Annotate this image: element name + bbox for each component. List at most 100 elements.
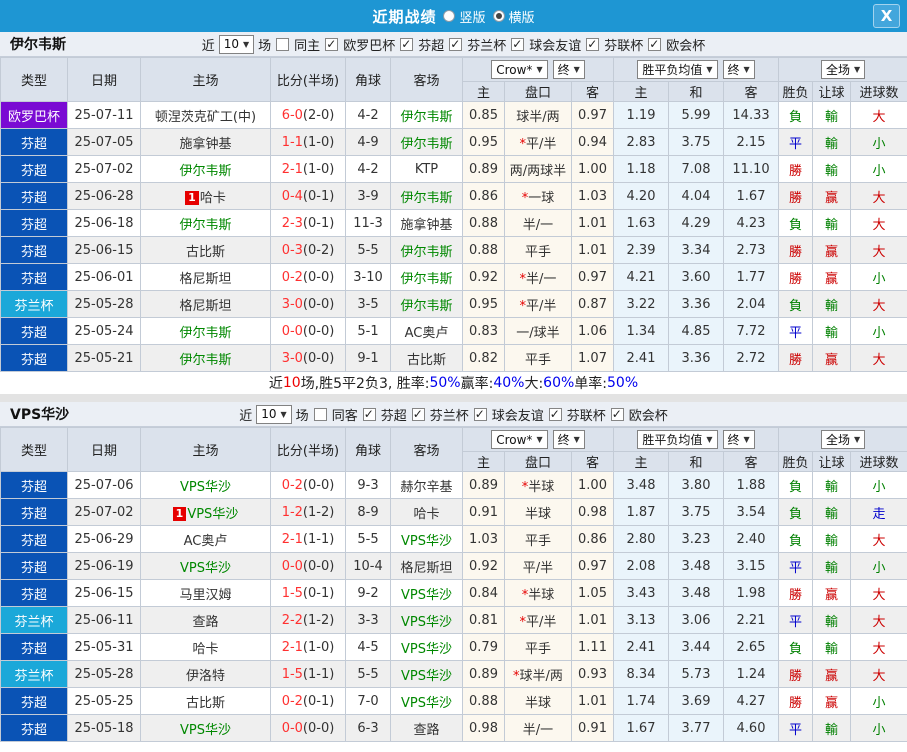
odds-source-select-value: Crow* (496, 62, 533, 77)
result-handicap: 輸 (812, 714, 852, 742)
home-team: 伊尔韦斯 (140, 155, 271, 183)
home-team-name: VPS华沙 (187, 506, 239, 522)
match-row: 芬超 25-06-15 古比斯 0-3(0-2) 5-5 伊尔韦斯 0.88 平手 1.01 2.… (0, 236, 907, 264)
same-venue-checkbox[interactable] (313, 407, 327, 421)
avg-lose: 2.15 (722, 128, 780, 156)
away-team-name: 赫尔辛基 (400, 479, 453, 495)
odds-time-select[interactable]: 终 ▼ (552, 60, 585, 79)
result-goals: 大 (850, 182, 907, 210)
league-checkbox[interactable] (586, 37, 600, 51)
match-row: 芬超 25-05-24 伊尔韦斯 0-0(0-0) 5-1 AC奥卢 0.83 一/球半 1.0… (0, 317, 907, 345)
scope-select[interactable]: 全场 ▼ (820, 60, 866, 79)
league-checkbox[interactable] (325, 37, 339, 51)
result-handicap: 赢 (812, 344, 852, 372)
league-checkbox[interactable] (548, 407, 562, 421)
result-handicap: 輸 (812, 290, 852, 318)
home-team: 伊尔韦斯 (140, 344, 271, 372)
fulltime-score: 2-2 (281, 612, 303, 628)
home-team-name: 古比斯 (185, 695, 225, 711)
sub-column-header: 客 (722, 451, 780, 472)
layout-option-horizontal[interactable]: 横版 (492, 7, 535, 26)
close-button[interactable]: X (873, 4, 900, 28)
league-checkbox[interactable] (473, 407, 487, 421)
away-team: 古比斯 (390, 344, 463, 372)
scope-select-value: 全场 (825, 63, 850, 77)
column-header: 比分(半场) (270, 427, 346, 472)
avg-time-select[interactable]: 终 ▼ (722, 60, 755, 79)
match-date: 25-05-28 (67, 660, 141, 688)
corners: 7-0 (345, 687, 391, 715)
corners: 5-5 (345, 660, 391, 688)
handicap-value: 半/一 (526, 271, 557, 287)
odds-away: 1.00 (571, 155, 614, 183)
corners: 5-1 (345, 317, 391, 345)
halftime-score: (1-0) (302, 639, 335, 655)
odds-selects: Crow* ▼ 终 ▼ (464, 430, 613, 449)
league-checkbox-label: 球会友谊 (491, 408, 544, 424)
result-wdl: 勝 (778, 263, 814, 291)
odds-away: 0.94 (571, 128, 614, 156)
corners: 11-3 (345, 209, 391, 237)
avg-draw: 5.99 (668, 101, 724, 129)
avg-win: 3.22 (613, 290, 669, 318)
match-date: 25-05-31 (67, 633, 141, 661)
result-handicap: 輸 (812, 155, 852, 183)
column-header: 角球 (345, 57, 391, 102)
odds-time-select[interactable]: 终 ▼ (552, 430, 585, 449)
corners: 5-5 (345, 236, 391, 264)
match-count-select[interactable]: 10 ▼ (218, 34, 255, 54)
scope-select[interactable]: 全场 ▼ (820, 430, 866, 449)
handicap: 两/两球半 (504, 155, 572, 183)
league-checkbox[interactable] (610, 407, 624, 421)
league-checkbox[interactable] (400, 37, 414, 51)
league-checkbox-label: 球会友谊 (529, 38, 582, 54)
avg-win: 3.43 (613, 579, 669, 607)
odds-source-select[interactable]: Crow* ▼ (491, 430, 548, 449)
odds-home: 0.95 (462, 290, 505, 318)
handicap-value: 两/两球半 (509, 163, 567, 179)
avg-win: 4.20 (613, 182, 669, 210)
corners: 4-2 (345, 101, 391, 129)
match-row: 芬超 25-07-02 1 VPS华沙 1-2(1-2) 8-9 哈卡 0.91 半球 0.98 1… (0, 498, 907, 526)
league-badge: 芬超 (0, 633, 68, 661)
result-handicap: 赢 (812, 579, 852, 607)
layout-option-vertical[interactable]: 竖版 (443, 7, 486, 26)
radio-checked-icon (492, 10, 505, 22)
odds-away: 1.06 (571, 317, 614, 345)
avg-type-select[interactable]: 胜平负均值 ▼ (637, 430, 718, 449)
fulltime-score: 1-5 (281, 666, 303, 682)
result-wdl: 勝 (778, 236, 814, 264)
summary-segment: 大: (524, 376, 544, 392)
match-date: 25-07-11 (67, 101, 141, 129)
away-team: 伊尔韦斯 (390, 236, 463, 264)
fulltime-score: 0-2 (281, 693, 303, 709)
odds-source-select[interactable]: Crow* ▼ (491, 60, 548, 79)
odds-home: 0.86 (462, 182, 505, 210)
league-checkbox[interactable] (648, 37, 662, 51)
avg-lose: 1.67 (722, 182, 780, 210)
handicap: *平/半 (504, 128, 572, 156)
avg-draw: 4.29 (668, 209, 724, 237)
league-checkbox[interactable] (511, 37, 525, 51)
result-handicap: 輸 (812, 552, 852, 580)
league-checkbox[interactable] (411, 407, 425, 421)
avg-win: 1.18 (613, 155, 669, 183)
league-checkbox[interactable] (449, 37, 463, 51)
sub-column-header: 进球数 (850, 451, 907, 472)
away-team-name: 古比斯 (406, 352, 446, 368)
match-row: 芬超 25-06-28 1 哈卡 0-4(0-1) 3-9 伊尔韦斯 0.86 *一球 1.03 4… (0, 182, 907, 210)
match-count-select-value: 10 (223, 37, 239, 51)
league-badge: 芬超 (0, 155, 68, 183)
league-checkbox[interactable] (362, 407, 376, 421)
scope-group-header: 全场 ▼ (778, 427, 907, 452)
summary-segment: 10 (282, 375, 301, 391)
avg-type-select[interactable]: 胜平负均值 ▼ (637, 60, 718, 79)
dropdown-arrow-icon: ▼ (853, 435, 861, 444)
summary-segment: 单率: (574, 376, 608, 392)
match-count-select[interactable]: 10 ▼ (256, 404, 292, 424)
odds-home: 1.03 (462, 525, 505, 553)
column-header: 日期 (67, 57, 141, 102)
same-venue-checkbox[interactable] (276, 37, 290, 51)
avg-time-select[interactable]: 终 ▼ (722, 430, 755, 449)
fulltime-score: 3-0 (281, 350, 303, 366)
